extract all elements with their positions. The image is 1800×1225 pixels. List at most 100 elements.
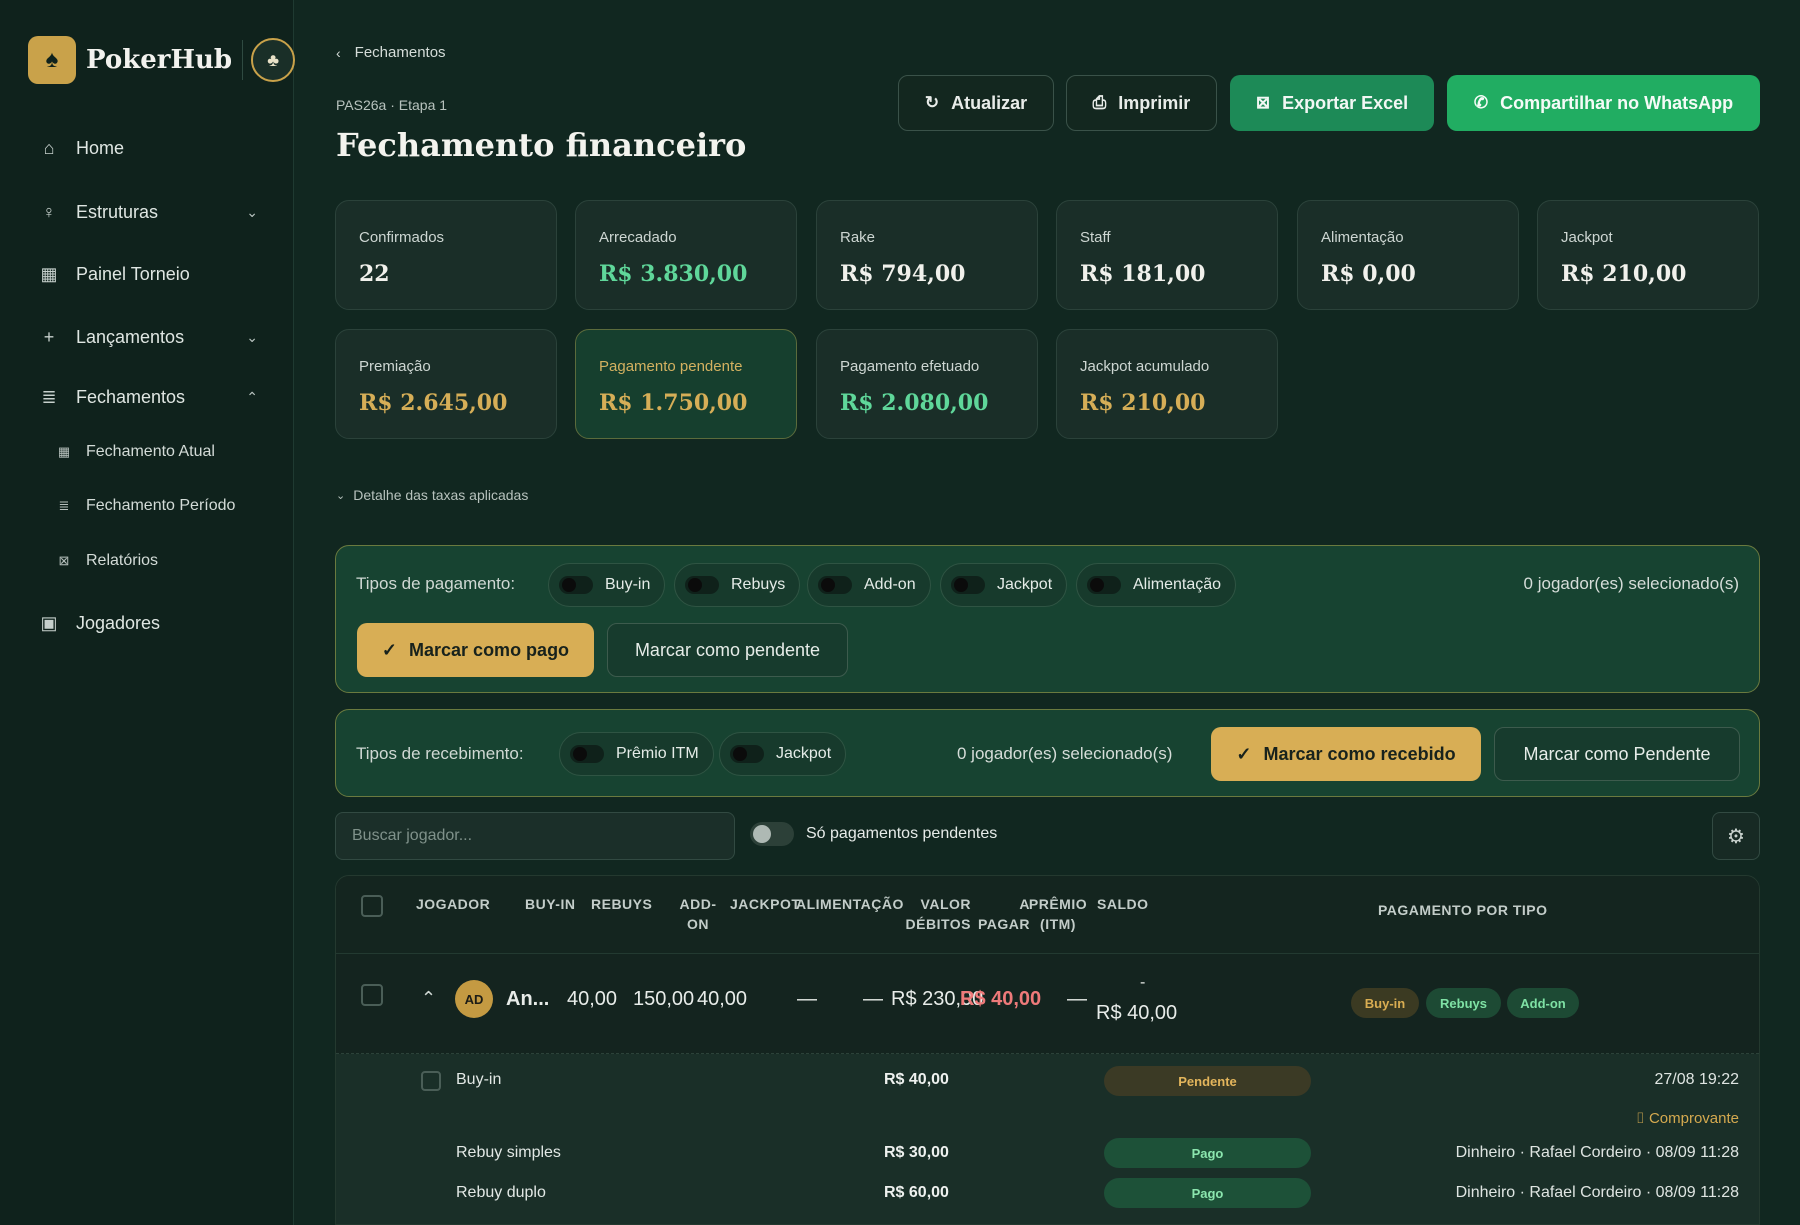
receipt-link-label: Comprovante <box>1648 1110 1739 1127</box>
breadcrumb[interactable]: ‹ Fechamentos <box>336 44 446 61</box>
status-badge[interactable]: Pago <box>1104 1138 1311 1168</box>
stat-card-arrecadado: Arrecadado R$ 3.830,00 <box>575 200 797 310</box>
toggle-label: Add-on <box>864 576 916 593</box>
export-excel-button[interactable]: ⊠ Exportar Excel <box>1230 75 1434 131</box>
toggle-switch <box>750 822 794 846</box>
selected-count: 0 jogador(es) selecionado(s) <box>957 744 1173 763</box>
avatar: AD <box>455 980 493 1018</box>
row-checkbox[interactable] <box>361 984 383 1006</box>
print-button[interactable]: ⎙ Imprimir <box>1066 75 1217 131</box>
brand[interactable]: ♠ PokerHub ♣ <box>28 36 296 84</box>
sidebar-item-label: Estruturas <box>76 201 159 222</box>
column-header[interactable]: A PAGAR <box>956 894 1030 934</box>
fees-detail-label: Detalhe das taxas aplicadas <box>353 487 529 503</box>
payment-type-toggle[interactable]: Add-on <box>807 563 931 607</box>
subrow-checkbox[interactable] <box>421 1071 441 1091</box>
subrow-label: Buy-in <box>456 1071 502 1088</box>
stat-card-pagamento-efetuado: Pagamento efetuado R$ 2.080,00 <box>816 329 1038 439</box>
payment-type-tag[interactable]: Buy-in <box>1351 988 1419 1018</box>
sidebar-item-home[interactable]: ⌂ Home <box>36 132 258 164</box>
subrow-label: Rebuy simples <box>456 1144 561 1161</box>
sidebar-item-fechamentos[interactable]: ≣ Fechamentos ⌃ <box>36 381 258 413</box>
payment-type-toggle[interactable]: Jackpot <box>940 563 1068 607</box>
table-row[interactable]: ⌃ AD An... 40,00 150,00 40,00 — — R$ 230… <box>336 954 1759 1054</box>
sidebar-item-estruturas[interactable]: ♀ Estruturas ⌄ <box>36 196 258 228</box>
column-header[interactable]: PRÊMIO (ITM) <box>1020 894 1096 934</box>
stat-card-pagamento-pendente: Pagamento pendente R$ 1.750,00 <box>575 329 797 439</box>
payment-types-panel: Tipos de pagamento: Buy-in Rebuys Add-on… <box>335 545 1760 693</box>
status-badge[interactable]: Pago <box>1104 1178 1311 1208</box>
user-card-icon: ▣ <box>40 612 58 633</box>
payment-type-toggle[interactable]: Rebuys <box>674 563 801 607</box>
camera-icon: ⌷ <box>1635 1110 1645 1127</box>
toggle-label: Rebuys <box>731 576 786 593</box>
sidebar-subitem-label: Relatórios <box>86 552 159 569</box>
stat-value: R$ 2.080,00 <box>840 390 989 416</box>
stat-value: 22 <box>359 261 390 287</box>
gear-icon: ⚙ <box>1727 825 1745 848</box>
stat-value: R$ 2.645,00 <box>359 390 508 416</box>
stat-label: Jackpot acumulado <box>1080 358 1210 375</box>
receipt-type-toggle[interactable]: Jackpot <box>719 732 847 776</box>
share-whatsapp-label: Compartilhar no WhatsApp <box>1500 92 1734 113</box>
stat-card-staff: Staff R$ 181,00 <box>1056 200 1278 310</box>
toggle-label: Jackpot <box>997 576 1053 593</box>
payment-type-toggle[interactable]: Alimentação <box>1076 563 1237 607</box>
stat-value: R$ 3.830,00 <box>599 261 748 287</box>
column-header[interactable]: BUY-IN <box>525 894 575 914</box>
expanded-payment-details: Buy-in R$ 40,00 Pendente 27/08 19:22 ⌷ C… <box>336 1054 1759 1224</box>
payment-type-tag[interactable]: Add-on <box>1507 988 1579 1018</box>
receipt-link[interactable]: ⌷ Comprovante <box>1636 1110 1739 1127</box>
search-player-input[interactable] <box>335 812 735 860</box>
only-pending-toggle[interactable]: Só pagamentos pendentes <box>750 822 997 846</box>
printer-icon: ⎙ <box>1092 93 1107 112</box>
sidebar-item-lancamentos[interactable]: + Lançamentos ⌄ <box>36 321 258 353</box>
payment-types-label: Tipos de pagamento: <box>356 574 516 593</box>
expand-chevron-up-icon[interactable]: ⌃ <box>421 988 436 1009</box>
stat-value: R$ 1.750,00 <box>599 390 748 416</box>
trophy-icon: ♀ <box>42 201 56 222</box>
payment-type-tag[interactable]: Rebuys <box>1426 988 1501 1018</box>
select-all-checkbox[interactable] <box>361 895 383 917</box>
player-name[interactable]: An... <box>506 988 549 1011</box>
payment-type-toggle[interactable]: Buy-in <box>548 563 666 607</box>
column-header[interactable]: JOGADOR <box>416 894 490 914</box>
mark-pending-button[interactable]: Marcar como pendente <box>607 623 848 677</box>
chevron-left-icon: ‹ <box>336 44 341 61</box>
database-icon: ≣ <box>58 498 70 513</box>
sidebar-subitem-relatorios[interactable]: ⊠ Relatórios <box>54 547 158 575</box>
column-header[interactable]: JACKPOT <box>730 894 800 914</box>
sidebar-item-painel-torneio[interactable]: ▦ Painel Torneio <box>36 258 258 290</box>
mark-received-button[interactable]: ✓ Marcar como recebido <box>1211 727 1481 781</box>
receipt-type-toggle[interactable]: Prêmio ITM <box>559 732 714 776</box>
subrow-info: 27/08 19:22 <box>1654 1071 1739 1088</box>
status-badge[interactable]: Pendente <box>1104 1066 1311 1096</box>
cell-addon: 40,00 <box>697 988 748 1010</box>
column-header[interactable]: SALDO <box>1097 894 1149 914</box>
refresh-button[interactable]: ↻ Atualizar <box>898 75 1054 131</box>
toggle-label: Jackpot <box>776 745 832 762</box>
chevron-down-icon: ⌄ <box>246 203 258 220</box>
only-pending-label: Só pagamentos pendentes <box>806 825 998 842</box>
cell-saldo: R$ 40,00 <box>1096 1002 1178 1024</box>
refresh-label: Atualizar <box>951 92 1028 113</box>
sidebar-subitem-fechamento-atual[interactable]: ▦ Fechamento Atual <box>54 438 215 466</box>
table-settings-button[interactable]: ⚙ <box>1712 812 1760 860</box>
stat-value: R$ 181,00 <box>1080 261 1206 287</box>
share-whatsapp-button[interactable]: ✆ Compartilhar no WhatsApp <box>1447 75 1760 131</box>
stat-label: Confirmados <box>359 229 445 246</box>
mark-receipt-pending-button[interactable]: Marcar como Pendente <box>1494 727 1740 781</box>
stat-card-jackpot: Jackpot R$ 210,00 <box>1537 200 1759 310</box>
subrow-info: Dinheiro · Rafael Cordeiro · 08/09 11:28 <box>1455 1144 1739 1161</box>
column-header[interactable]: ADD- ON <box>676 894 720 934</box>
sidebar-subitem-fechamento-periodo[interactable]: ≣ Fechamento Período <box>54 492 236 520</box>
fees-detail-toggle[interactable]: ⌄ Detalhe das taxas aplicadas <box>336 487 528 503</box>
cell-jackpot: — <box>797 988 817 1010</box>
subrow-value: R$ 30,00 <box>884 1144 949 1161</box>
chevron-down-icon: ⌄ <box>246 328 258 345</box>
sidebar-item-jogadores[interactable]: ▣ Jogadores <box>36 607 258 639</box>
sidebar-item-label: Lançamentos <box>76 326 185 347</box>
mark-paid-button[interactable]: ✓ Marcar como pago <box>357 623 594 677</box>
toggle-switch <box>730 745 764 763</box>
column-header[interactable]: REBUYS <box>591 894 652 914</box>
